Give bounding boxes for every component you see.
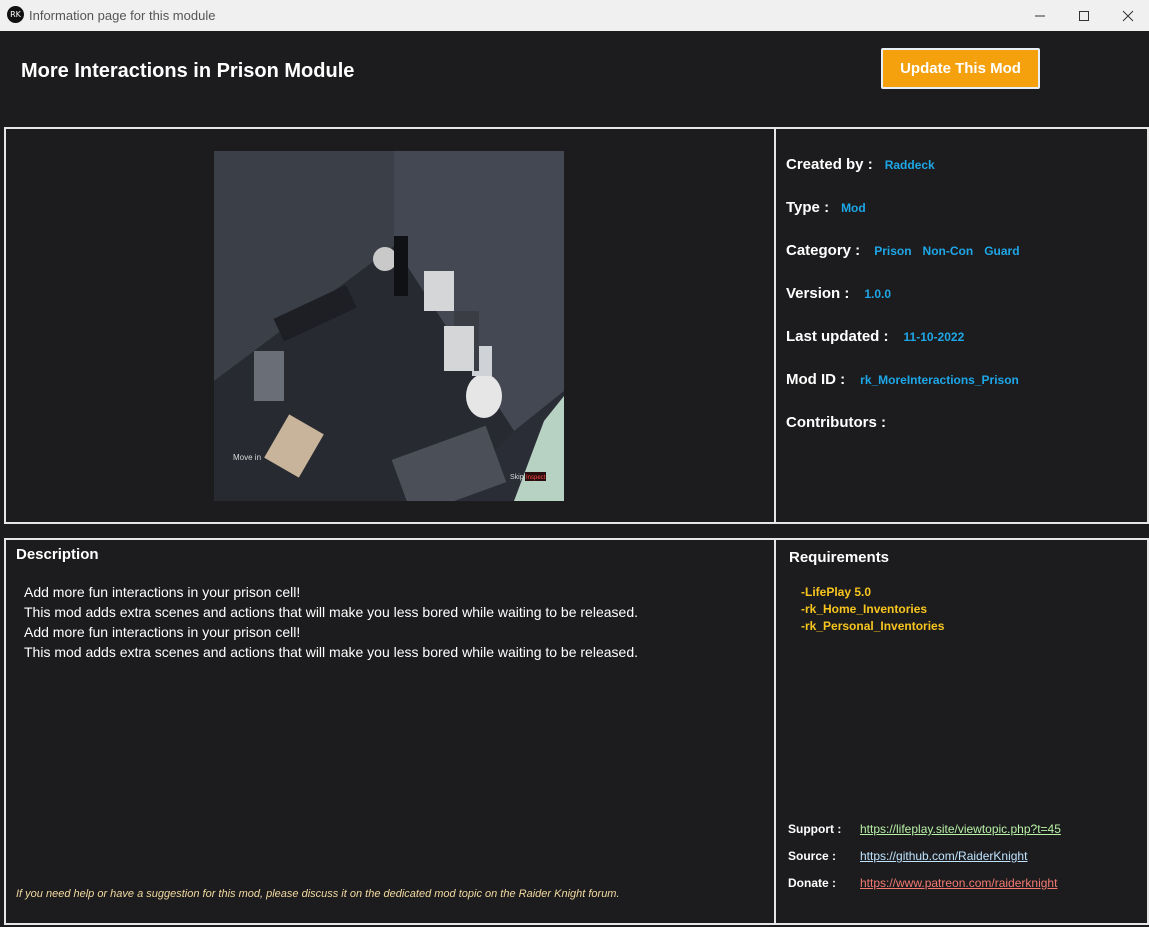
update-mod-button[interactable]: Update This Mod [881, 48, 1040, 89]
version-row: Version : 1.0.0 [786, 285, 891, 302]
last-updated-value: 11-10-2022 [903, 330, 965, 344]
window-title: Information page for this module [29, 8, 216, 23]
overlay-right-text: Skip [510, 474, 524, 481]
mod-id-label: Mod ID : [786, 371, 846, 388]
type-value: Mod [841, 201, 866, 215]
minimize-icon [1035, 15, 1045, 16]
created-by-row: Created by : Raddeck [786, 156, 935, 173]
contributors-label: Contributors : [786, 414, 886, 431]
donate-link[interactable]: https://www.patreon.com/raiderknight [860, 876, 1057, 890]
donate-row: Donate : https://www.patreon.com/raiderk… [788, 876, 1057, 890]
type-label: Type : [786, 199, 830, 216]
source-link[interactable]: https://github.com/RaiderKnight [860, 849, 1027, 863]
description-line: This mod adds extra scenes and actions t… [24, 644, 638, 660]
info-panel [774, 127, 1149, 524]
close-icon [1122, 10, 1134, 21]
category-tag: Non-Con [922, 244, 974, 258]
source-row: Source : https://github.com/RaiderKnight [788, 849, 1027, 863]
category-row: Category : Prison Non-Con Guard [786, 242, 1031, 259]
description-body: Add more fun interactions in your prison… [24, 582, 638, 662]
last-updated-row: Last updated : 11-10-2022 [786, 328, 964, 345]
support-row: Support : https://lifeplay.site/viewtopi… [788, 822, 1061, 836]
category-label: Category : [786, 242, 861, 259]
donate-label: Donate : [788, 876, 836, 890]
requirement-item: -LifePlay 5.0 [801, 585, 872, 599]
requirement-item: -rk_Home_Inventories [801, 602, 928, 616]
help-footnote: If you need help or have a suggestion fo… [16, 888, 620, 900]
close-button[interactable] [1105, 0, 1149, 31]
requirement-item: -rk_Personal_Inventories [801, 619, 945, 633]
maximize-button[interactable] [1061, 0, 1107, 31]
mod-id-value: rk_MoreInteractions_Prison [860, 373, 1019, 387]
last-updated-label: Last updated : [786, 328, 889, 345]
window-titlebar: RK Information page for this module [0, 0, 1149, 31]
mod-preview-image: Move in Skip Inspect [214, 151, 564, 501]
contributors-row: Contributors : [786, 414, 886, 431]
page-header: More Interactions in Prison Module Updat… [0, 31, 1149, 125]
type-row: Type : Mod [786, 199, 866, 216]
description-line: This mod adds extra scenes and actions t… [24, 604, 638, 620]
app-logo-icon: RK [7, 6, 24, 23]
version-value: 1.0.0 [864, 287, 892, 301]
created-by-value: Raddeck [884, 158, 935, 172]
support-label: Support : [788, 822, 842, 836]
requirements-title: Requirements [789, 549, 890, 566]
created-by-label: Created by : [786, 156, 873, 173]
support-link[interactable]: https://lifeplay.site/viewtopic.php?t=45 [860, 822, 1061, 836]
page-title: More Interactions in Prison Module [21, 60, 355, 82]
maximize-icon [1079, 10, 1089, 21]
description-line: Add more fun interactions in your prison… [24, 624, 301, 640]
mod-id-row: Mod ID : rk_MoreInteractions_Prison [786, 371, 1019, 388]
requirements-list: -LifePlay 5.0 -rk_Home_Inventories -rk_P… [801, 584, 944, 635]
description-title: Description [16, 546, 99, 563]
category-tag: Guard [984, 244, 1020, 258]
minimize-button[interactable] [1017, 0, 1063, 31]
overlay-right-badge: Inspect [526, 475, 546, 481]
source-label: Source : [788, 849, 837, 863]
description-line: Add more fun interactions in your prison… [24, 584, 301, 600]
category-tag: Prison [874, 244, 912, 258]
overlay-left-text: Move in [233, 453, 261, 462]
version-label: Version : [786, 285, 850, 302]
